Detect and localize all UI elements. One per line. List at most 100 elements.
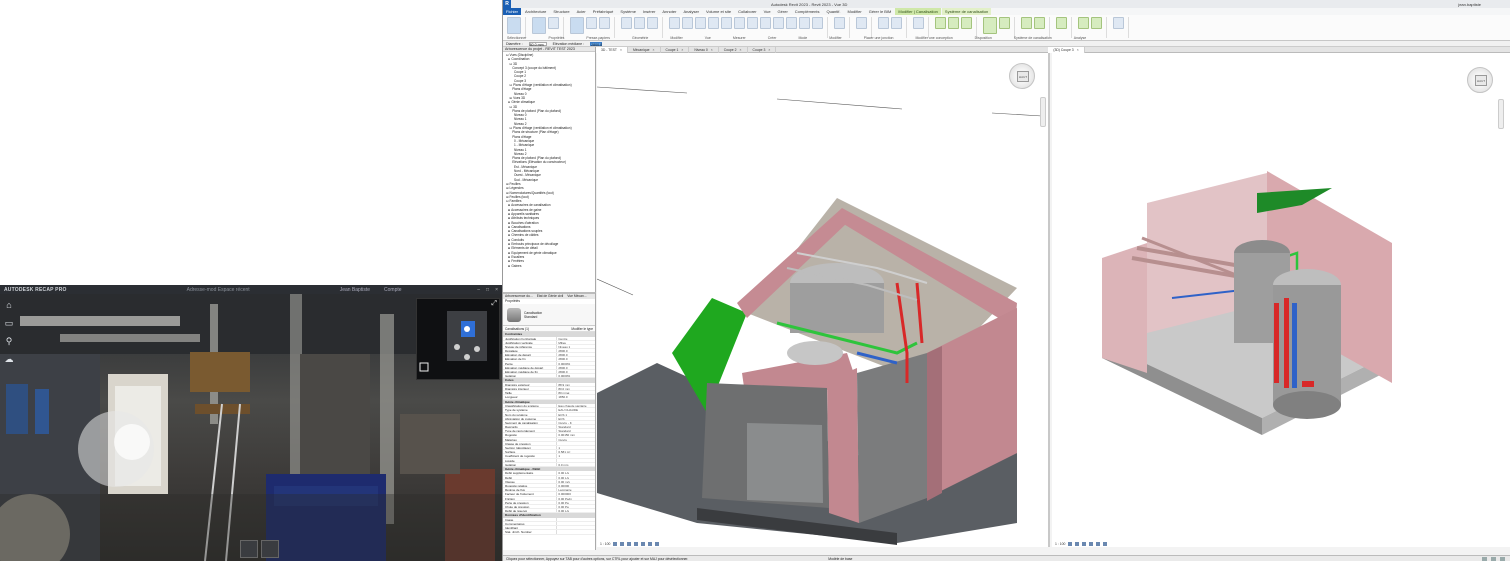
sun-path-icon[interactable] [1082,542,1087,546]
property-value[interactable]: Centre [556,336,595,340]
property-value[interactable]: 0.0000% [556,361,595,365]
revit-app-icon[interactable]: R [503,0,511,8]
property-value[interactable]: 0.00 L/s [556,509,595,513]
ribbon-tab-collaborate[interactable]: Collaborer [735,8,759,15]
property-value[interactable]: 1 [556,454,595,458]
ribbon-tab-view[interactable]: Vue [761,8,774,15]
filter-icon[interactable] [1500,556,1505,561]
offset-icon[interactable] [682,17,693,29]
ribbon-tab-addins[interactable]: Compléments [792,8,823,15]
add-insulation-icon[interactable] [961,17,972,29]
cope-icon[interactable] [621,17,632,29]
crop-view-icon[interactable] [1096,542,1101,546]
property-value[interactable]: Cuivre - K [556,420,595,425]
pin-icon[interactable] [799,17,810,29]
property-value[interactable]: Standard [556,425,595,429]
property-value[interactable]: 0.00 Pa [556,500,595,504]
detail-level-icon[interactable] [613,542,618,546]
revit-user[interactable]: jean.baptiste [1458,2,1481,7]
create-similar-icon[interactable] [891,17,902,29]
property-value[interactable]: 2800.0 [556,357,595,361]
viewcube-face[interactable]: HAUT [1475,75,1487,86]
add-junction-icon[interactable] [999,17,1010,29]
ribbon-tab-modify-pipe[interactable]: Modifier | Canalisation [895,8,941,15]
tag-icon[interactable] [1034,17,1045,29]
visual-style-icon[interactable] [1075,542,1080,546]
ribbon-tab-structure[interactable]: Structure [550,8,572,15]
edit-type-button[interactable]: Modifier le type [571,327,593,331]
hide-isolate-icon[interactable] [1103,542,1108,546]
copy-element-icon[interactable] [721,17,732,29]
connect-into-icon[interactable] [983,17,997,34]
delete-icon[interactable] [812,17,823,29]
rotate-icon[interactable] [734,17,745,29]
property-value[interactable]: 1850.0 [556,395,595,399]
property-value[interactable]: 2800.0 [556,349,595,353]
mirror-icon[interactable] [695,17,706,29]
properties-tab[interactable]: Vue Mécan... [567,294,586,299]
property-value[interactable]: 2800.0 [556,353,595,357]
viewport-3d-pointcloud[interactable]: HAUT 1 : 100 [597,53,1050,547]
create-group-icon[interactable] [878,17,889,29]
move-icon[interactable] [708,17,719,29]
shadows-icon[interactable] [1089,542,1094,546]
maximize-icon[interactable]: □ [486,287,489,293]
monitor-icon[interactable]: ▭ [4,318,14,328]
ribbon-tab-system[interactable]: Système [617,8,639,15]
properties-tab[interactable]: Etat de Génie civil [537,294,564,299]
shadows-icon[interactable] [634,542,639,546]
viewcube-face[interactable]: HAUT [1017,71,1029,82]
property-value[interactable]: EAU CHAUDE [556,408,595,412]
paste-icon[interactable] [570,17,584,34]
home-icon[interactable]: ⌂ [4,300,14,310]
property-value[interactable]: Standard [556,429,595,433]
close-icon[interactable]: × [711,48,713,52]
active-model[interactable]: Modèle de base [828,557,852,561]
hide-icon[interactable] [834,17,845,29]
close-icon[interactable]: × [740,48,742,52]
instance-filter[interactable]: Canalisations (1) [505,327,529,331]
close-icon[interactable]: × [495,287,498,293]
property-value[interactable]: 0.0 mm [556,462,595,466]
join-icon[interactable] [647,17,658,29]
scale-icon[interactable] [786,17,797,29]
close-icon[interactable]: × [1077,48,1079,52]
property-value[interactable]: 88.9 mm [556,382,595,387]
property-value[interactable]: Cuivre [556,437,595,441]
diameter-field[interactable]: 80.0 mm [528,41,547,47]
copy-icon[interactable] [599,17,610,29]
analysis-icon[interactable] [1113,17,1124,29]
cloud-icon[interactable]: ☁ [4,354,14,364]
cube-tool-icon[interactable] [261,540,279,558]
property-value[interactable]: 2800.0 [556,365,595,369]
slope-icon[interactable] [1021,17,1032,29]
visual-style-icon[interactable] [620,542,625,546]
navigation-bar[interactable] [1040,97,1046,127]
justify-icon[interactable] [948,17,959,29]
property-value[interactable]: ECS 1 [556,412,595,416]
ribbon-tab-massing[interactable]: Volume et site [703,8,734,15]
crop-view-icon[interactable] [641,542,646,546]
edit-mode-icon[interactable] [913,17,924,29]
navigation-bar[interactable] [1498,99,1504,129]
recap-minimap[interactable]: ⤢ [416,298,500,380]
system-select-icon[interactable] [1091,17,1102,29]
type-selector[interactable]: Canalisation Standard [503,304,595,326]
property-value[interactable]: Eau chaude sanitaire [556,404,595,408]
elevation-field[interactable]: 2800.0 [590,41,603,47]
property-value[interactable]: 0.00000 [556,484,595,488]
minimize-icon[interactable]: – [477,287,480,293]
property-value[interactable]: Laminaire [556,488,595,492]
property-value[interactable]: Niveau 1 [556,344,595,349]
expand-icon[interactable]: ⤢ [491,300,497,308]
worksets-icon[interactable] [1482,556,1487,561]
property-value[interactable]: 1 [556,446,595,450]
close-icon[interactable]: × [653,48,655,52]
property-value[interactable] [556,522,595,526]
hide-isolate-icon[interactable] [648,542,653,546]
search-icon[interactable]: ⚲ [4,336,14,346]
ribbon-tab-precast[interactable]: Préfabriqué [590,8,617,15]
layout-icon[interactable] [1056,17,1067,29]
property-value[interactable]: 80.0 mm [556,387,595,391]
ribbon-tab-manage[interactable]: Gérer [775,8,791,15]
